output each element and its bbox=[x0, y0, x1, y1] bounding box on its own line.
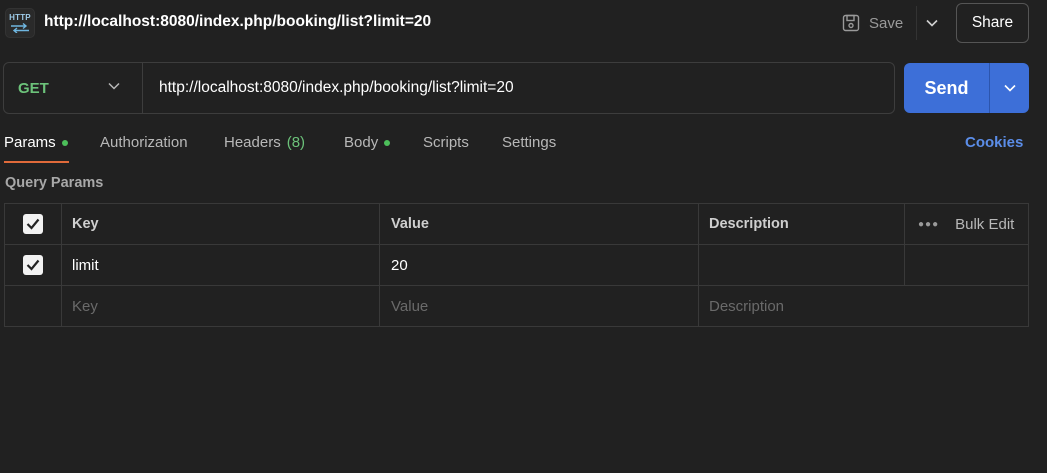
save-label: Save bbox=[869, 14, 904, 32]
request-title[interactable]: http://localhost:8080/index.php/booking/… bbox=[44, 13, 431, 31]
save-button[interactable]: Save bbox=[842, 10, 903, 36]
tab-params[interactable]: Params bbox=[4, 134, 68, 151]
send-options-button[interactable] bbox=[989, 63, 1029, 113]
query-params-table: Key Value Description ●●● Bulk Edit limi… bbox=[4, 203, 1029, 327]
request-tabs: Params Authorization Headers (8) Body Scr… bbox=[0, 127, 1047, 163]
save-icon bbox=[842, 14, 860, 32]
tab-headers[interactable]: Headers (8) bbox=[224, 134, 305, 151]
share-button[interactable]: Share bbox=[956, 3, 1029, 43]
method-label: GET bbox=[18, 79, 49, 97]
chevron-down-icon bbox=[1003, 84, 1016, 92]
section-title: Query Params bbox=[5, 175, 104, 191]
send-button[interactable]: Send bbox=[904, 63, 989, 113]
column-header-value: Value bbox=[380, 204, 699, 244]
table-row-new: Key Value Description bbox=[5, 286, 1028, 327]
chevron-down-icon bbox=[925, 19, 938, 27]
url-bar: GET bbox=[3, 62, 895, 114]
tab-authorization[interactable]: Authorization bbox=[100, 134, 188, 151]
status-dot bbox=[61, 139, 68, 146]
param-value-cell[interactable]: 20 bbox=[380, 245, 699, 285]
arrows-icon bbox=[11, 23, 29, 33]
request-header: HTTP http://localhost:8080/index.php/boo… bbox=[0, 0, 1047, 46]
new-key-input[interactable]: Key bbox=[62, 286, 380, 326]
row-checkbox[interactable] bbox=[23, 255, 43, 275]
chevron-down-icon bbox=[108, 82, 120, 90]
tab-settings[interactable]: Settings bbox=[502, 134, 556, 151]
new-value-input[interactable]: Value bbox=[380, 286, 699, 326]
status-dot bbox=[384, 139, 391, 146]
more-dots-icon: ●●● bbox=[918, 218, 940, 230]
check-icon bbox=[26, 218, 40, 230]
tab-scripts[interactable]: Scripts bbox=[423, 134, 469, 151]
cookies-link[interactable]: Cookies bbox=[965, 134, 1023, 151]
tab-body[interactable]: Body bbox=[344, 134, 391, 151]
send-button-group: Send bbox=[904, 63, 1029, 113]
url-input[interactable] bbox=[159, 79, 879, 97]
active-tab-indicator bbox=[4, 161, 69, 163]
check-icon bbox=[26, 259, 40, 271]
save-options-button[interactable] bbox=[916, 6, 946, 40]
bulk-edit-button[interactable]: ●●● Bulk Edit bbox=[918, 216, 1014, 233]
column-header-key: Key bbox=[62, 204, 380, 244]
table-row: limit 20 bbox=[5, 245, 1028, 286]
select-all-checkbox[interactable] bbox=[23, 214, 43, 234]
headers-count: (8) bbox=[286, 134, 306, 151]
param-key-cell[interactable]: limit bbox=[62, 245, 380, 285]
param-description-cell[interactable] bbox=[699, 245, 905, 285]
http-icon: HTTP bbox=[5, 8, 35, 38]
new-description-input[interactable]: Description bbox=[699, 286, 1028, 326]
column-header-description: Description bbox=[699, 204, 905, 244]
method-select[interactable]: GET bbox=[4, 63, 143, 113]
table-header-row: Key Value Description ●●● Bulk Edit bbox=[5, 204, 1028, 245]
